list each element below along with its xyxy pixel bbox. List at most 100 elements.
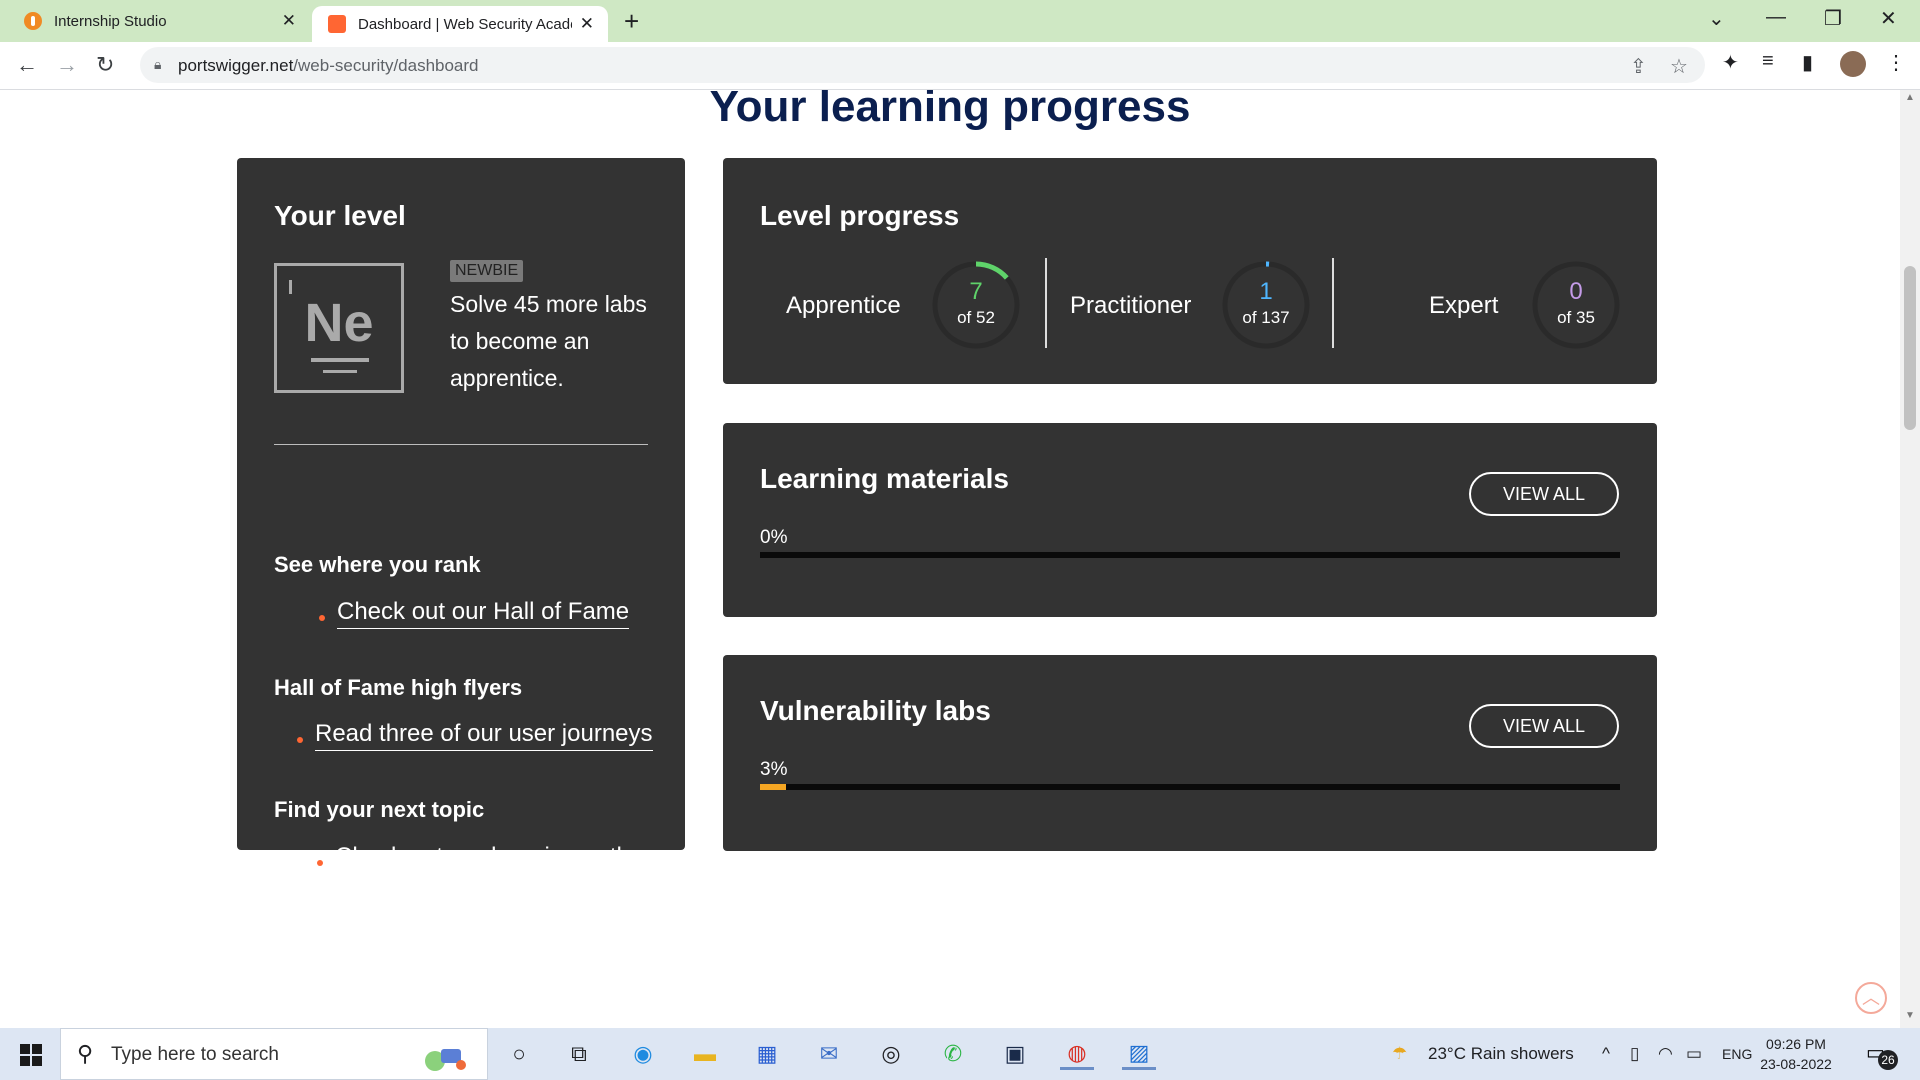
learning-materials-panel: Learning materials VIEW ALL 0%: [723, 423, 1657, 617]
chrome-icon[interactable]: ◍: [1060, 1038, 1094, 1070]
learning-path-link[interactable]: Check out our learning path: [335, 843, 630, 874]
windows-start-icon[interactable]: [20, 1044, 42, 1066]
battery-icon[interactable]: ▭: [1686, 1044, 1702, 1064]
mail-icon[interactable]: ✉: [812, 1038, 846, 1070]
profile-avatar[interactable]: [1840, 51, 1866, 77]
tab-internship-studio[interactable]: Internship Studio ✕: [0, 0, 310, 42]
microsoft-store-icon[interactable]: ▦: [750, 1038, 784, 1070]
element-symbol: Ne: [304, 293, 374, 353]
windows-taskbar: ⚲ Type here to search ○ ⧉ ◉ ▬ ▦ ✉ ◎ ✆ ▣ …: [0, 1028, 1920, 1080]
vulnerability-labs-view-all-button[interactable]: VIEW ALL: [1469, 704, 1619, 748]
whatsapp-icon[interactable]: ✆: [936, 1038, 970, 1070]
high-flyers-heading: Hall of Fame high flyers: [274, 675, 523, 700]
browser-toolbar: ← → ↻ 🔒︎ portswigger.net/web-security/da…: [0, 42, 1920, 90]
weather-text[interactable]: 23°C Rain showers: [1428, 1044, 1574, 1064]
level-name-practitioner: Practitioner: [1070, 292, 1192, 319]
device-icon[interactable]: ▯: [1630, 1044, 1639, 1064]
level-progress-heading: Level progress: [760, 200, 960, 231]
search-highlight-icon[interactable]: [413, 1039, 473, 1073]
portswigger-favicon-icon: [328, 15, 346, 33]
page-viewport: Your learning progress Your level Ne NEW…: [0, 90, 1900, 1028]
restore-icon[interactable]: ❐: [1824, 6, 1842, 31]
practitioner-progress-ring: 1 of 137: [1221, 260, 1311, 350]
bullet-dot: [319, 615, 325, 621]
file-explorer-icon[interactable]: ▬: [688, 1038, 722, 1070]
level-description: Solve 45 more labs to become an apprenti…: [450, 291, 647, 391]
user-journeys-link[interactable]: Read three of our user journeys: [315, 720, 653, 751]
level-name-expert: Expert: [1429, 292, 1499, 319]
media-controls-icon[interactable]: ≡: [1762, 50, 1774, 73]
vulnerability-labs-heading: Vulnerability labs: [760, 695, 991, 726]
expert-count: 0: [1569, 278, 1583, 305]
chrome-menu-icon[interactable]: ⋮: [1886, 50, 1906, 75]
clock-time: 09:26 PM: [1766, 1036, 1826, 1052]
apprentice-progress-ring: 7 of 52: [931, 260, 1021, 350]
lock-icon[interactable]: 🔒︎: [154, 56, 161, 73]
extensions-puzzle-icon[interactable]: ✦: [1722, 50, 1739, 75]
scrollbar-thumb[interactable]: [1904, 266, 1916, 430]
reload-icon[interactable]: ↻: [96, 52, 114, 78]
minimize-icon[interactable]: —: [1766, 6, 1786, 29]
expert-total: of 35: [1557, 308, 1595, 327]
weather-icon[interactable]: ☂: [1392, 1044, 1407, 1064]
dell-icon[interactable]: ◎: [874, 1038, 908, 1070]
practitioner-count: 1: [1259, 278, 1273, 305]
wifi-icon[interactable]: ◠: [1658, 1044, 1673, 1064]
cortana-icon[interactable]: ○: [502, 1038, 536, 1070]
clock-date: 23-08-2022: [1760, 1056, 1832, 1072]
page-scrollbar[interactable]: ▲ ▼: [1900, 90, 1920, 1028]
address-bar[interactable]: 🔒︎ portswigger.net/web-security/dashboar…: [140, 47, 1705, 83]
tab-close-icon[interactable]: ✕: [282, 11, 296, 31]
url-text: portswigger.net/web-security/dashboard: [178, 56, 479, 75]
taskbar-search-box[interactable]: ⚲ Type here to search: [60, 1028, 488, 1080]
learning-materials-percent: 0%: [760, 527, 788, 548]
bullet-dot: [317, 860, 323, 866]
scroll-down-arrow-icon[interactable]: ▼: [1905, 1010, 1915, 1021]
new-tab-icon[interactable]: +: [624, 6, 639, 37]
vulnerability-labs-percent: 3%: [760, 759, 788, 780]
taskbar-clock[interactable]: 09:26 PM 23-08-2022: [1756, 1034, 1836, 1074]
learning-materials-progress-bar: [760, 552, 1620, 558]
show-hidden-icons-icon[interactable]: ^: [1602, 1044, 1610, 1064]
divider: [1332, 258, 1334, 348]
divider: [274, 444, 648, 445]
vulnerability-labs-panel: Vulnerability labs VIEW ALL 3%: [723, 655, 1657, 851]
divider: [1045, 258, 1047, 348]
share-icon[interactable]: ⇪: [1630, 54, 1647, 79]
search-icon: ⚲: [77, 1041, 94, 1066]
level-badge: NEWBIE: [450, 260, 524, 282]
prime-video-icon[interactable]: ▣: [998, 1038, 1032, 1070]
rank-heading: See where you rank: [274, 552, 481, 577]
tab-search-chevron-icon[interactable]: ⌄: [1708, 6, 1725, 31]
apprentice-count: 7: [969, 278, 983, 305]
next-topic-heading: Find your next topic: [274, 797, 485, 822]
learning-materials-view-all-button[interactable]: VIEW ALL: [1469, 472, 1619, 516]
tab-title: Internship Studio: [54, 12, 167, 30]
side-panel-icon[interactable]: ▮: [1802, 50, 1813, 75]
scroll-to-top-icon[interactable]: ︿: [1855, 982, 1887, 1014]
your-level-heading: Your level: [274, 200, 406, 231]
tab-dashboard[interactable]: Dashboard | Web Security Acade ✕: [312, 6, 608, 42]
taskbar-search-placeholder: Type here to search: [111, 1044, 279, 1065]
hall-of-fame-link[interactable]: Check out our Hall of Fame: [337, 598, 630, 629]
close-window-icon[interactable]: ✕: [1880, 6, 1897, 31]
element-tile-icon: Ne: [274, 263, 404, 393]
scroll-up-arrow-icon[interactable]: ▲: [1905, 92, 1915, 103]
vulnerability-labs-progress-bar: [760, 784, 1620, 790]
tab-title: Dashboard | Web Security Acade: [358, 15, 572, 33]
level-progress-panel: Level progress Apprentice 7 of 52 Practi…: [723, 158, 1657, 384]
bullet-dot: [297, 737, 303, 743]
bookmark-star-icon[interactable]: ☆: [1670, 54, 1688, 79]
task-view-icon[interactable]: ⧉: [562, 1038, 596, 1070]
edge-browser-icon[interactable]: ◉: [626, 1038, 660, 1070]
notification-center-icon[interactable]: ▭ 26: [1866, 1040, 1898, 1070]
learning-materials-heading: Learning materials: [760, 463, 1009, 494]
your-level-panel: Your level Ne NEWBIE Solve 45 more labs …: [237, 158, 685, 874]
forward-icon[interactable]: →: [56, 52, 78, 78]
notification-count: 26: [1878, 1050, 1898, 1070]
photos-icon[interactable]: ▨: [1122, 1038, 1156, 1070]
back-icon[interactable]: ←: [16, 52, 38, 78]
language-indicator[interactable]: ENG: [1722, 1046, 1752, 1062]
tab-close-icon[interactable]: ✕: [580, 14, 594, 34]
level-name-apprentice: Apprentice: [786, 292, 901, 319]
